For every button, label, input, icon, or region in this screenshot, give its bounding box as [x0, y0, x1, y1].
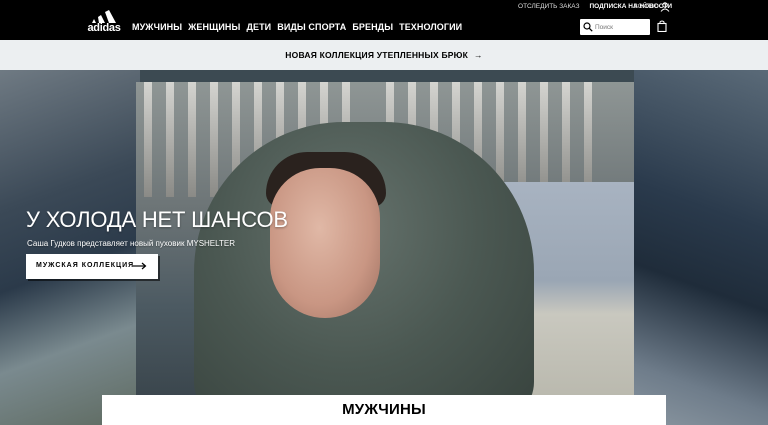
hero-headline: У ХОЛОДА НЕТ ШАНСОВ	[26, 207, 288, 232]
nav-item-women[interactable]: ЖЕНЩИНЫ	[188, 22, 240, 32]
promo-text[interactable]: НОВАЯ КОЛЛЕКЦИЯ УТЕПЛЕННЫХ БРЮК	[285, 50, 468, 60]
login-link[interactable]: ВОЙТИ	[634, 3, 657, 10]
search-icon[interactable]	[583, 22, 593, 32]
nav-item-brands[interactable]: БРЕНДЫ	[352, 22, 393, 32]
search-input[interactable]	[595, 21, 647, 33]
nav-item-men[interactable]: МУЖЧИНЫ	[132, 22, 182, 32]
section-title: МУЖЧИНЫ	[342, 401, 426, 418]
shopping-bag-icon[interactable]	[657, 20, 667, 32]
hero-banner: У ХОЛОДА НЕТ ШАНСОВ Саша Гудков представ…	[0, 70, 768, 425]
nav-item-kids[interactable]: ДЕТИ	[246, 22, 271, 32]
hero-subline: Саша Гудков представляет новый пуховик M…	[27, 239, 235, 248]
arrow-right-icon	[133, 262, 147, 270]
mens-collection-button[interactable]: МУЖСКАЯ КОЛЛЕКЦИЯ	[26, 254, 158, 279]
adidas-logo-icon	[92, 10, 116, 23]
search-box[interactable]	[580, 19, 650, 35]
adidas-logo[interactable]: adidas	[86, 7, 122, 35]
user-icon[interactable]	[660, 2, 670, 12]
section-card: МУЖЧИНЫ	[102, 395, 666, 425]
promo-bar[interactable]: НОВАЯ КОЛЛЕКЦИЯ УТЕПЛЕННЫХ БРЮК →	[0, 40, 768, 70]
track-order-link[interactable]: ОТСЛЕДИТЬ ЗАКАЗ	[518, 3, 579, 10]
cta-label: МУЖСКАЯ КОЛЛЕКЦИЯ	[36, 262, 135, 269]
arrow-right-icon: →	[474, 50, 483, 60]
hero-model-face	[270, 168, 380, 318]
nav-item-sports[interactable]: ВИДЫ СПОРТА	[277, 22, 346, 32]
hero-background-right	[634, 70, 768, 425]
promo-text-wrap: НОВАЯ КОЛЛЕКЦИЯ УТЕПЛЕННЫХ БРЮК →	[0, 50, 768, 60]
top-header: adidas ОТСЛЕДИТЬ ЗАКАЗ ПОДПИСКА НА НОВОС…	[0, 0, 768, 40]
logo-text: adidas	[87, 22, 121, 34]
main-nav: МУЖЧИНЫ ЖЕНЩИНЫ ДЕТИ ВИДЫ СПОРТА БРЕНДЫ …	[132, 22, 462, 32]
nav-item-technologies[interactable]: ТЕХНОЛОГИИ	[399, 22, 462, 32]
